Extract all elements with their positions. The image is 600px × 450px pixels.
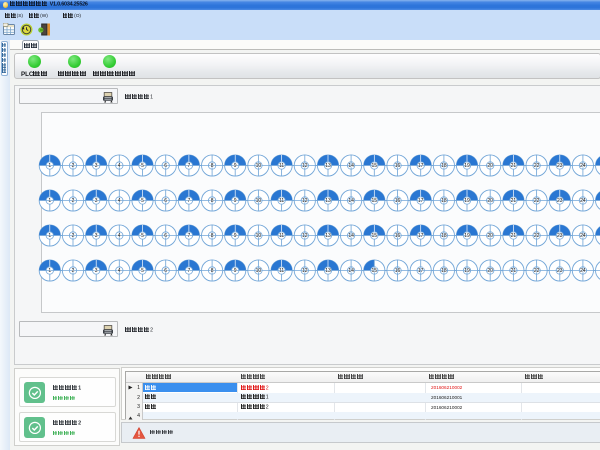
svg-text:7: 7 xyxy=(188,233,191,239)
svg-text:12: 12 xyxy=(302,163,308,169)
svg-text:4: 4 xyxy=(118,198,121,204)
svg-text:1: 1 xyxy=(48,198,51,204)
svg-text:16: 16 xyxy=(395,163,401,169)
svg-text:11: 11 xyxy=(279,163,284,169)
svg-text:20: 20 xyxy=(487,233,493,239)
svg-text:2: 2 xyxy=(72,163,75,169)
svg-text:5: 5 xyxy=(141,198,144,204)
svg-text:7: 7 xyxy=(188,268,191,274)
svg-text:23: 23 xyxy=(557,268,563,274)
svg-text:3: 3 xyxy=(95,163,98,169)
svg-text:11: 11 xyxy=(279,233,284,239)
svg-text:17: 17 xyxy=(418,198,424,204)
svg-text:14: 14 xyxy=(348,163,354,169)
svg-text:13: 13 xyxy=(325,163,331,169)
svg-text:2: 2 xyxy=(72,233,75,239)
svg-text:13: 13 xyxy=(325,233,331,239)
svg-text:24: 24 xyxy=(580,268,586,274)
svg-text:2: 2 xyxy=(72,268,75,274)
svg-text:8: 8 xyxy=(211,163,214,169)
svg-text:12: 12 xyxy=(302,233,308,239)
svg-text:17: 17 xyxy=(418,163,424,169)
svg-text:17: 17 xyxy=(418,268,424,274)
svg-text:2: 2 xyxy=(72,198,75,204)
svg-text:17: 17 xyxy=(418,233,424,239)
svg-text:8: 8 xyxy=(211,268,214,274)
svg-text:14: 14 xyxy=(348,268,354,274)
svg-text:16: 16 xyxy=(395,268,401,274)
svg-text:9: 9 xyxy=(234,233,237,239)
svg-text:1: 1 xyxy=(48,163,51,169)
svg-text:8: 8 xyxy=(211,198,214,204)
svg-text:15: 15 xyxy=(372,268,378,274)
svg-text:20: 20 xyxy=(487,198,493,204)
svg-text:6: 6 xyxy=(164,268,167,274)
svg-text:9: 9 xyxy=(234,268,237,274)
svg-text:8: 8 xyxy=(211,233,214,239)
svg-text:18: 18 xyxy=(441,268,447,274)
svg-text:15: 15 xyxy=(372,163,378,169)
svg-text:23: 23 xyxy=(557,233,563,239)
svg-text:6: 6 xyxy=(164,198,167,204)
svg-text:14: 14 xyxy=(348,198,354,204)
svg-text:13: 13 xyxy=(325,268,331,274)
svg-text:6: 6 xyxy=(164,233,167,239)
svg-text:10: 10 xyxy=(256,163,262,169)
svg-text:5: 5 xyxy=(141,163,144,169)
svg-text:22: 22 xyxy=(534,268,540,274)
svg-text:23: 23 xyxy=(557,198,563,204)
svg-text:9: 9 xyxy=(234,163,237,169)
svg-text:21: 21 xyxy=(511,233,517,239)
svg-text:18: 18 xyxy=(441,233,447,239)
svg-text:23: 23 xyxy=(557,163,563,169)
svg-text:15: 15 xyxy=(372,198,378,204)
svg-text:10: 10 xyxy=(256,198,262,204)
svg-text:19: 19 xyxy=(464,268,470,274)
svg-text:5: 5 xyxy=(141,233,144,239)
svg-text:16: 16 xyxy=(395,233,401,239)
svg-text:18: 18 xyxy=(441,198,447,204)
svg-text:4: 4 xyxy=(118,233,121,239)
svg-text:4: 4 xyxy=(118,163,121,169)
svg-text:7: 7 xyxy=(188,198,191,204)
svg-text:10: 10 xyxy=(256,268,262,274)
svg-text:21: 21 xyxy=(511,268,517,274)
svg-text:19: 19 xyxy=(464,233,470,239)
svg-text:22: 22 xyxy=(534,233,540,239)
svg-text:6: 6 xyxy=(164,163,167,169)
svg-text:5: 5 xyxy=(141,268,144,274)
svg-text:24: 24 xyxy=(580,198,586,204)
svg-text:19: 19 xyxy=(464,163,470,169)
svg-text:20: 20 xyxy=(487,163,493,169)
svg-text:14: 14 xyxy=(348,233,354,239)
svg-text:18: 18 xyxy=(441,163,447,169)
svg-text:15: 15 xyxy=(372,233,378,239)
svg-text:1: 1 xyxy=(48,233,51,239)
svg-text:3: 3 xyxy=(95,268,98,274)
svg-text:12: 12 xyxy=(302,198,308,204)
svg-text:9: 9 xyxy=(234,198,237,204)
svg-text:12: 12 xyxy=(302,268,308,274)
svg-text:21: 21 xyxy=(511,163,517,169)
svg-text:1: 1 xyxy=(48,268,51,274)
svg-text:22: 22 xyxy=(534,198,540,204)
svg-text:13: 13 xyxy=(325,198,331,204)
svg-text:21: 21 xyxy=(511,198,517,204)
svg-text:11: 11 xyxy=(279,268,284,274)
svg-text:7: 7 xyxy=(188,163,191,169)
svg-text:4: 4 xyxy=(118,268,121,274)
svg-text:22: 22 xyxy=(534,163,540,169)
svg-text:10: 10 xyxy=(256,233,262,239)
svg-text:20: 20 xyxy=(487,268,493,274)
svg-text:16: 16 xyxy=(395,198,401,204)
svg-text:3: 3 xyxy=(95,233,98,239)
svg-text:11: 11 xyxy=(279,198,284,204)
svg-text:24: 24 xyxy=(580,163,586,169)
svg-text:24: 24 xyxy=(580,233,586,239)
svg-text:3: 3 xyxy=(95,198,98,204)
svg-text:19: 19 xyxy=(464,198,470,204)
